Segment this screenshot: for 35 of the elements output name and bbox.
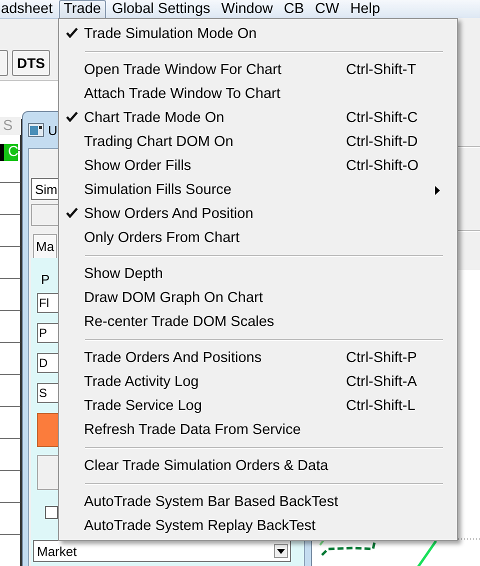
status-cell: C: [0, 144, 18, 161]
menu-item[interactable]: Trade Simulation Mode On: [61, 22, 455, 46]
menu-bar-item[interactable]: Global Settings: [106, 0, 216, 18]
menu-item[interactable]: Chart Trade Mode On Ctrl-Shift-C: [61, 106, 455, 130]
menu-bar-item[interactable]: CW: [310, 0, 344, 18]
checkbox[interactable]: [45, 506, 58, 519]
tab[interactable]: Ma: [33, 234, 58, 258]
menu-item[interactable]: Only Orders From Chart: [61, 226, 455, 250]
menu-item[interactable]: AutoTrade System Replay BackTest: [61, 514, 455, 538]
menu-item[interactable]: Refresh Trade Data From Service: [61, 418, 455, 442]
menu-bar-item[interactable]: adsheet: [0, 0, 58, 18]
menu-bar-item[interactable]: Trade: [58, 0, 106, 18]
menu-bar-item[interactable]: Help: [345, 0, 386, 18]
menu-item[interactable]: Clear Trade Simulation Orders & Data: [61, 454, 455, 478]
menu-item[interactable]: Draw DOM Graph On Chart: [61, 286, 455, 310]
menu-bar-item[interactable]: Window: [216, 0, 278, 18]
menu-item[interactable]: Open Trade Window For Chart Ctrl-Shift-T: [61, 58, 455, 82]
menu-item[interactable]: Show Order Fills Ctrl-Shift-O: [61, 154, 455, 178]
menu-item[interactable]: Show Orders And Position: [61, 202, 455, 226]
menu-item[interactable]: Trade Orders And Positions Ctrl-Shift-P: [61, 346, 455, 370]
menu-item[interactable]: AutoTrade System Bar Based BackTest: [61, 490, 455, 514]
menu-item[interactable]: Trade Activity Log Ctrl-Shift-A: [61, 370, 455, 394]
toolbar-button[interactable]: DTS: [12, 50, 50, 76]
order-type-select[interactable]: Market: [33, 540, 291, 562]
menu-bar-item[interactable]: CB: [278, 0, 310, 18]
menu-item[interactable]: Simulation Fills Source: [61, 178, 455, 202]
menu-item[interactable]: Show Depth: [61, 262, 455, 286]
group-label: P: [40, 272, 50, 288]
window-title: U: [48, 122, 58, 138]
window-icon: [28, 123, 44, 137]
menu-item[interactable]: Re-center Trade DOM Scales: [61, 310, 455, 334]
menu-item[interactable]: Attach Trade Window To Chart: [61, 82, 455, 106]
menu-item[interactable]: Trading Chart DOM On Ctrl-Shift-D: [61, 130, 455, 154]
menu-item[interactable]: Trade Service Log Ctrl-Shift-L: [61, 394, 455, 418]
toolbar-button[interactable]: [0, 50, 8, 76]
